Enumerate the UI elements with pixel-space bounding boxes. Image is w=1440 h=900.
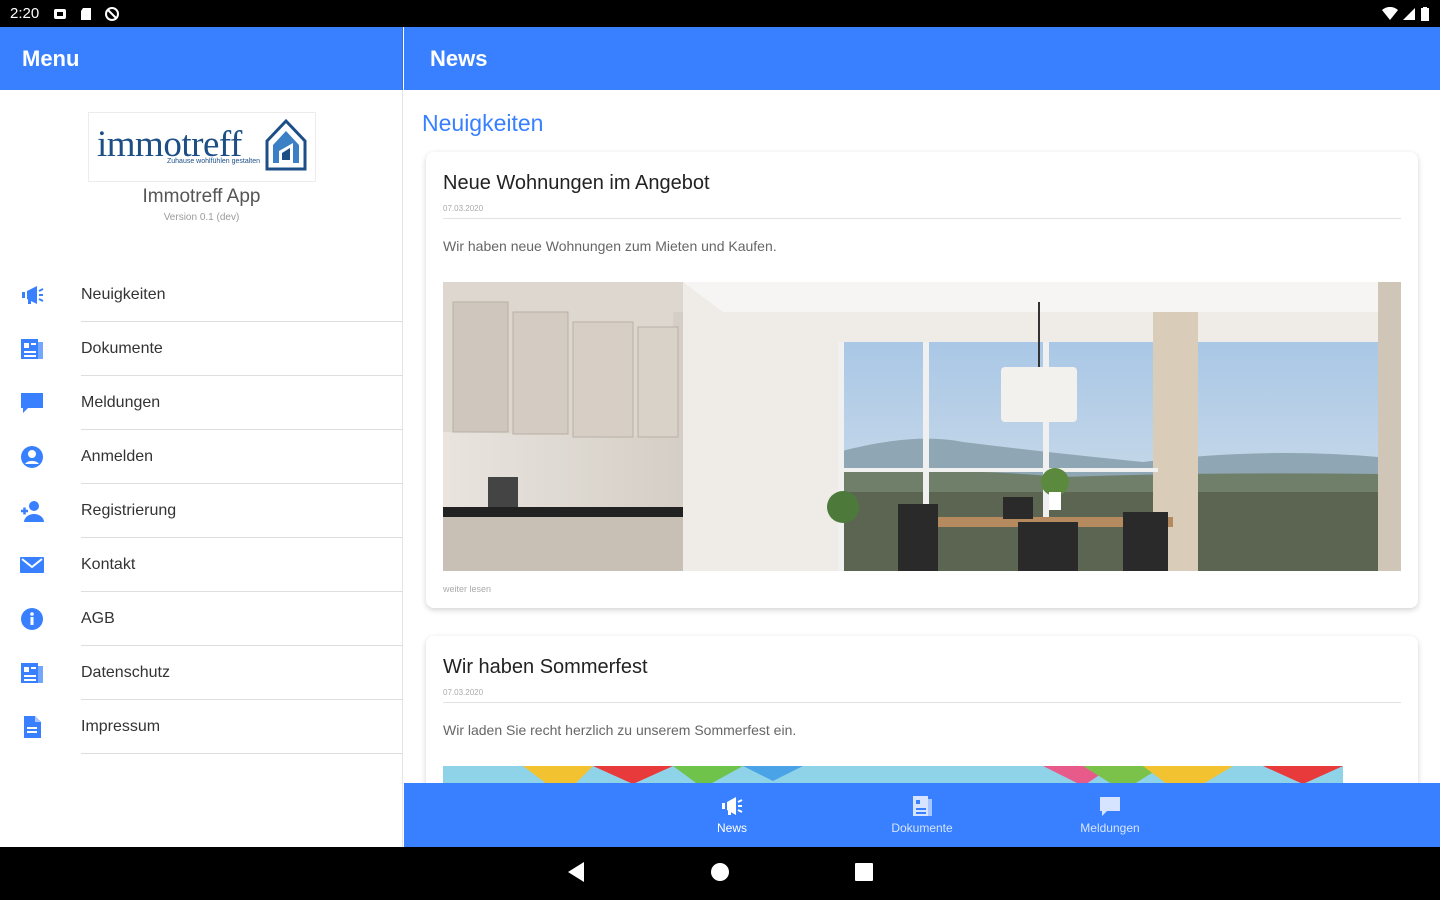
- tab-news[interactable]: News: [672, 783, 792, 847]
- menu-item-datenschutz[interactable]: Datenschutz: [0, 646, 403, 700]
- sd-card-icon: [81, 7, 92, 20]
- logo-tagline: Zuhause wohlfühlen gestalten: [167, 158, 261, 165]
- blocked-icon: [105, 6, 120, 21]
- document-icon: [21, 663, 43, 683]
- tab-label: Dokumente: [891, 821, 953, 835]
- menu-item-label: Dokumente: [81, 340, 163, 357]
- menu-item-dokumente[interactable]: Dokumente: [0, 322, 403, 376]
- app-version: Version 0.1 (dev): [163, 212, 240, 223]
- wifi-icon: [1382, 6, 1398, 20]
- card-title: Neue Wohnungen im Angebot: [443, 172, 710, 194]
- battery-icon: [1421, 6, 1429, 21]
- person-add-icon: [21, 501, 44, 522]
- menu-item-neuigkeiten[interactable]: Neuigkeiten: [0, 268, 403, 322]
- summer-party-photo: [443, 766, 1343, 783]
- menu-item-label: Neuigkeiten: [81, 286, 166, 303]
- menu-item-agb[interactable]: AGB: [0, 592, 403, 646]
- menu-item-label: AGB: [81, 610, 115, 627]
- megaphone-icon: [722, 797, 743, 815]
- chat-icon: [1100, 797, 1120, 816]
- news-content: Neuigkeiten Neue Wohnungen im Angebot 07…: [404, 90, 1440, 783]
- menu-item-impressum[interactable]: Impressum: [0, 700, 403, 754]
- info-icon: [21, 608, 43, 630]
- company-logo: immotreff Zuhause wohlfühlen gestalten: [88, 112, 316, 182]
- notification-icon: [54, 8, 67, 19]
- menu-item-label: Impressum: [81, 718, 161, 735]
- menu-header: Menu: [0, 27, 403, 90]
- news-header: News: [404, 27, 1440, 90]
- menu-item-label: Meldungen: [81, 394, 161, 411]
- status-bar: 2:20: [0, 0, 1440, 27]
- menu-item-label: Registrierung: [81, 502, 177, 519]
- card-date: 07.03.2020: [443, 688, 484, 697]
- mail-icon: [20, 557, 44, 573]
- recents-icon[interactable]: [854, 861, 874, 883]
- tab-bar: News Dokumente Meldungen: [404, 783, 1440, 847]
- side-menu: immotreff Zuhause wohlfühlen gestalten I…: [0, 90, 403, 847]
- back-icon[interactable]: [566, 861, 586, 883]
- menu-item-label: Datenschutz: [81, 664, 170, 681]
- tab-label: News: [716, 821, 747, 835]
- card-text: Wir laden Sie recht herzlich zu unserem …: [443, 722, 797, 738]
- system-nav-bar: [0, 847, 1440, 900]
- megaphone-icon: [22, 286, 44, 304]
- card-date: 07.03.2020: [443, 204, 484, 213]
- menu-list: Neuigkeiten Dokumente Meldungen Anmelden…: [0, 268, 403, 754]
- menu-item-kontakt[interactable]: Kontakt: [0, 538, 403, 592]
- person-circle-icon: [21, 446, 43, 468]
- section-title: Neuigkeiten: [422, 110, 544, 136]
- document-icon: [21, 339, 43, 359]
- menu-item-meldungen[interactable]: Meldungen: [0, 376, 403, 430]
- apartment-photo: [443, 282, 1401, 571]
- menu-item-anmelden[interactable]: Anmelden: [0, 430, 403, 484]
- menu-title: Menu: [22, 45, 80, 71]
- home-icon[interactable]: [710, 861, 730, 883]
- tab-label: Meldungen: [1080, 821, 1140, 835]
- app-name: Immotreff App: [142, 186, 261, 207]
- card-text: Wir haben neue Wohnungen zum Mieten und …: [443, 238, 777, 254]
- document-icon: [913, 796, 932, 816]
- page-title: News: [430, 45, 488, 71]
- menu-item-label: Kontakt: [81, 556, 136, 573]
- tab-meldungen[interactable]: Meldungen: [1050, 783, 1170, 847]
- menu-item-label: Anmelden: [81, 448, 154, 465]
- card-title: Wir haben Sommerfest: [443, 656, 648, 678]
- file-icon: [24, 716, 41, 738]
- chat-icon: [21, 393, 43, 413]
- status-time: 2:20: [10, 5, 40, 22]
- menu-item-registrierung[interactable]: Registrierung: [0, 484, 403, 538]
- news-card[interactable]: Wir haben Sommerfest 07.03.2020 Wir lade…: [426, 636, 1418, 783]
- signal-icon: [1403, 7, 1415, 20]
- house-logo-icon: [265, 118, 307, 171]
- read-more-link[interactable]: weiter lesen: [443, 584, 491, 594]
- news-card[interactable]: Neue Wohnungen im Angebot 07.03.2020 Wir…: [426, 152, 1418, 608]
- tab-dokumente[interactable]: Dokumente: [862, 783, 982, 847]
